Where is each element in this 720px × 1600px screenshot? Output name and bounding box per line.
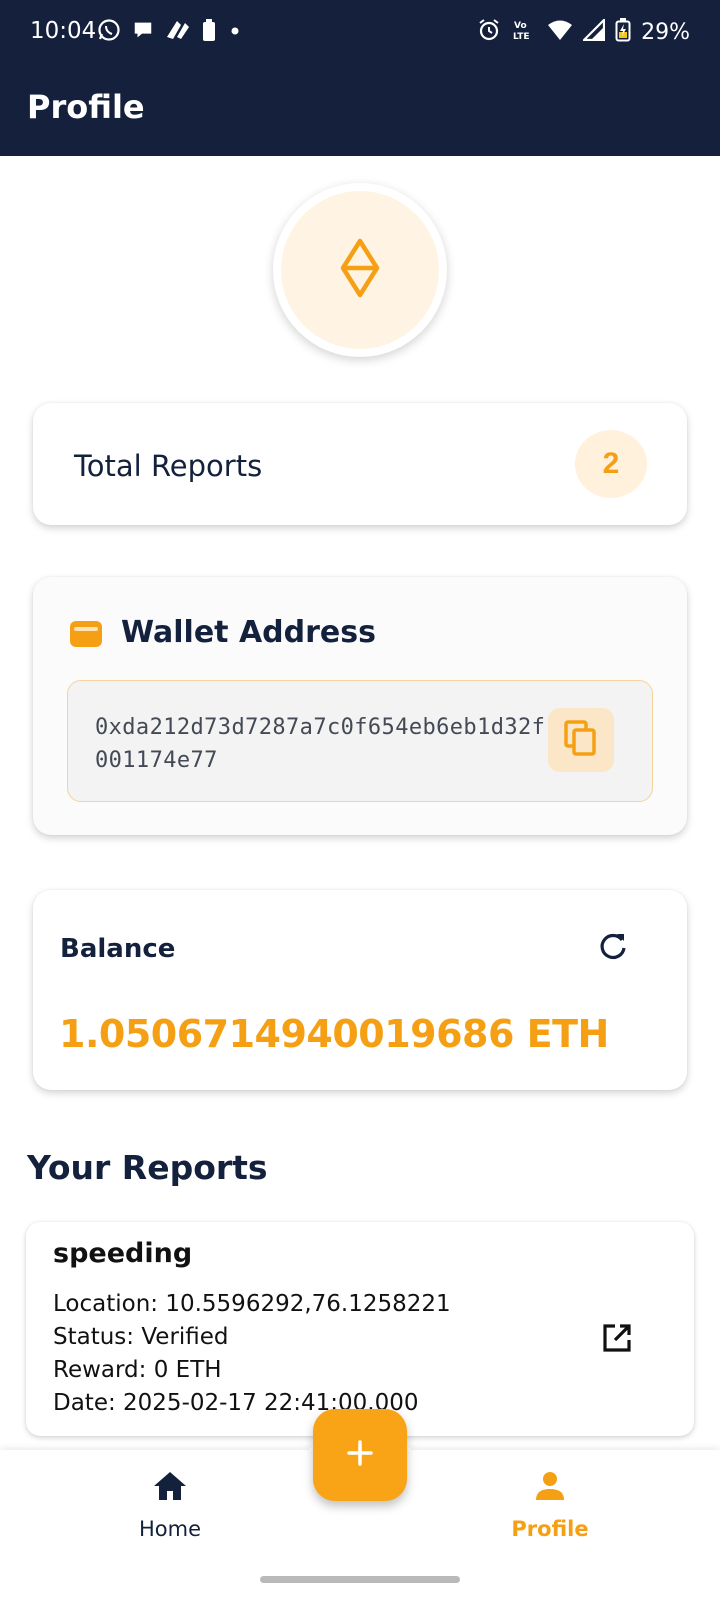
open-external-icon [601, 1322, 633, 1359]
svg-text:LTE: LTE [513, 32, 530, 42]
status-left-icons [97, 18, 243, 47]
balance-value: 1.0506714940019686 ETH [59, 1012, 609, 1056]
total-reports-label: Total Reports [74, 449, 263, 483]
report-title: speeding [53, 1238, 193, 1269]
refresh-balance-button[interactable] [591, 926, 635, 970]
copy-address-button[interactable] [548, 708, 614, 772]
your-reports-heading: Your Reports [27, 1148, 268, 1187]
battery-icon [615, 18, 631, 47]
wallet-address-card: Wallet Address 0xda212d73d7287a7c0f654eb… [33, 577, 687, 835]
wallet-title: Wallet Address [121, 615, 376, 650]
whatsapp-icon [97, 18, 121, 47]
avatar-background [281, 191, 439, 349]
signal-icon [581, 17, 606, 46]
profile-avatar [273, 183, 447, 357]
battery-percent: 29% [641, 20, 690, 45]
add-report-button[interactable] [313, 1409, 407, 1501]
app-icon [165, 19, 191, 46]
report-details: Location: 10.5596292,76.1258221 Status: … [53, 1288, 451, 1420]
svg-text:Vo: Vo [514, 21, 527, 31]
status-time: 10:04 [30, 18, 97, 44]
plus-icon [345, 1438, 375, 1473]
status-bar: 10:04 Vo LTE 29% [0, 0, 720, 64]
page-title: Profile [27, 88, 145, 126]
total-reports-count: 2 [575, 430, 647, 498]
nav-profile-label: Profile [511, 1517, 589, 1541]
nav-home-label: Home [138, 1517, 201, 1541]
dot-icon [227, 19, 243, 46]
battery-small-icon [202, 19, 216, 46]
copy-icon [563, 719, 599, 762]
report-card[interactable]: speeding Location: 10.5596292,76.1258221… [26, 1222, 694, 1436]
home-icon [152, 1470, 188, 1507]
nav-home[interactable]: Home [110, 1470, 230, 1541]
ethereum-icon [340, 238, 380, 303]
person-icon [534, 1470, 566, 1507]
wallet-address-text: 0xda212d73d7287a7c0f654eb6eb1d32f001174e… [95, 715, 546, 773]
report-location: Location: 10.5596292,76.1258221 [53, 1291, 451, 1317]
balance-label: Balance [60, 934, 176, 964]
total-reports-card: Total Reports 2 [33, 403, 687, 525]
balance-card: Balance 1.0506714940019686 ETH [33, 890, 687, 1090]
top-app-bar: 10:04 Vo LTE 29% Profile [0, 0, 720, 156]
home-indicator[interactable] [260, 1576, 460, 1583]
report-reward: Reward: 0 ETH [53, 1357, 222, 1383]
wifi-icon [547, 19, 573, 46]
refresh-icon [598, 931, 628, 966]
wallet-address-box: 0xda212d73d7287a7c0f654eb6eb1d32f001174e… [67, 680, 653, 802]
alarm-icon [477, 18, 501, 47]
volte-icon: Vo LTE [511, 18, 537, 47]
status-right-icons: Vo LTE 29% [477, 17, 690, 47]
nav-profile[interactable]: Profile [490, 1470, 610, 1541]
open-report-button[interactable] [595, 1318, 639, 1362]
report-status: Status: Verified [53, 1324, 229, 1350]
wallet-icon [69, 620, 103, 653]
chat-icon [132, 19, 154, 46]
